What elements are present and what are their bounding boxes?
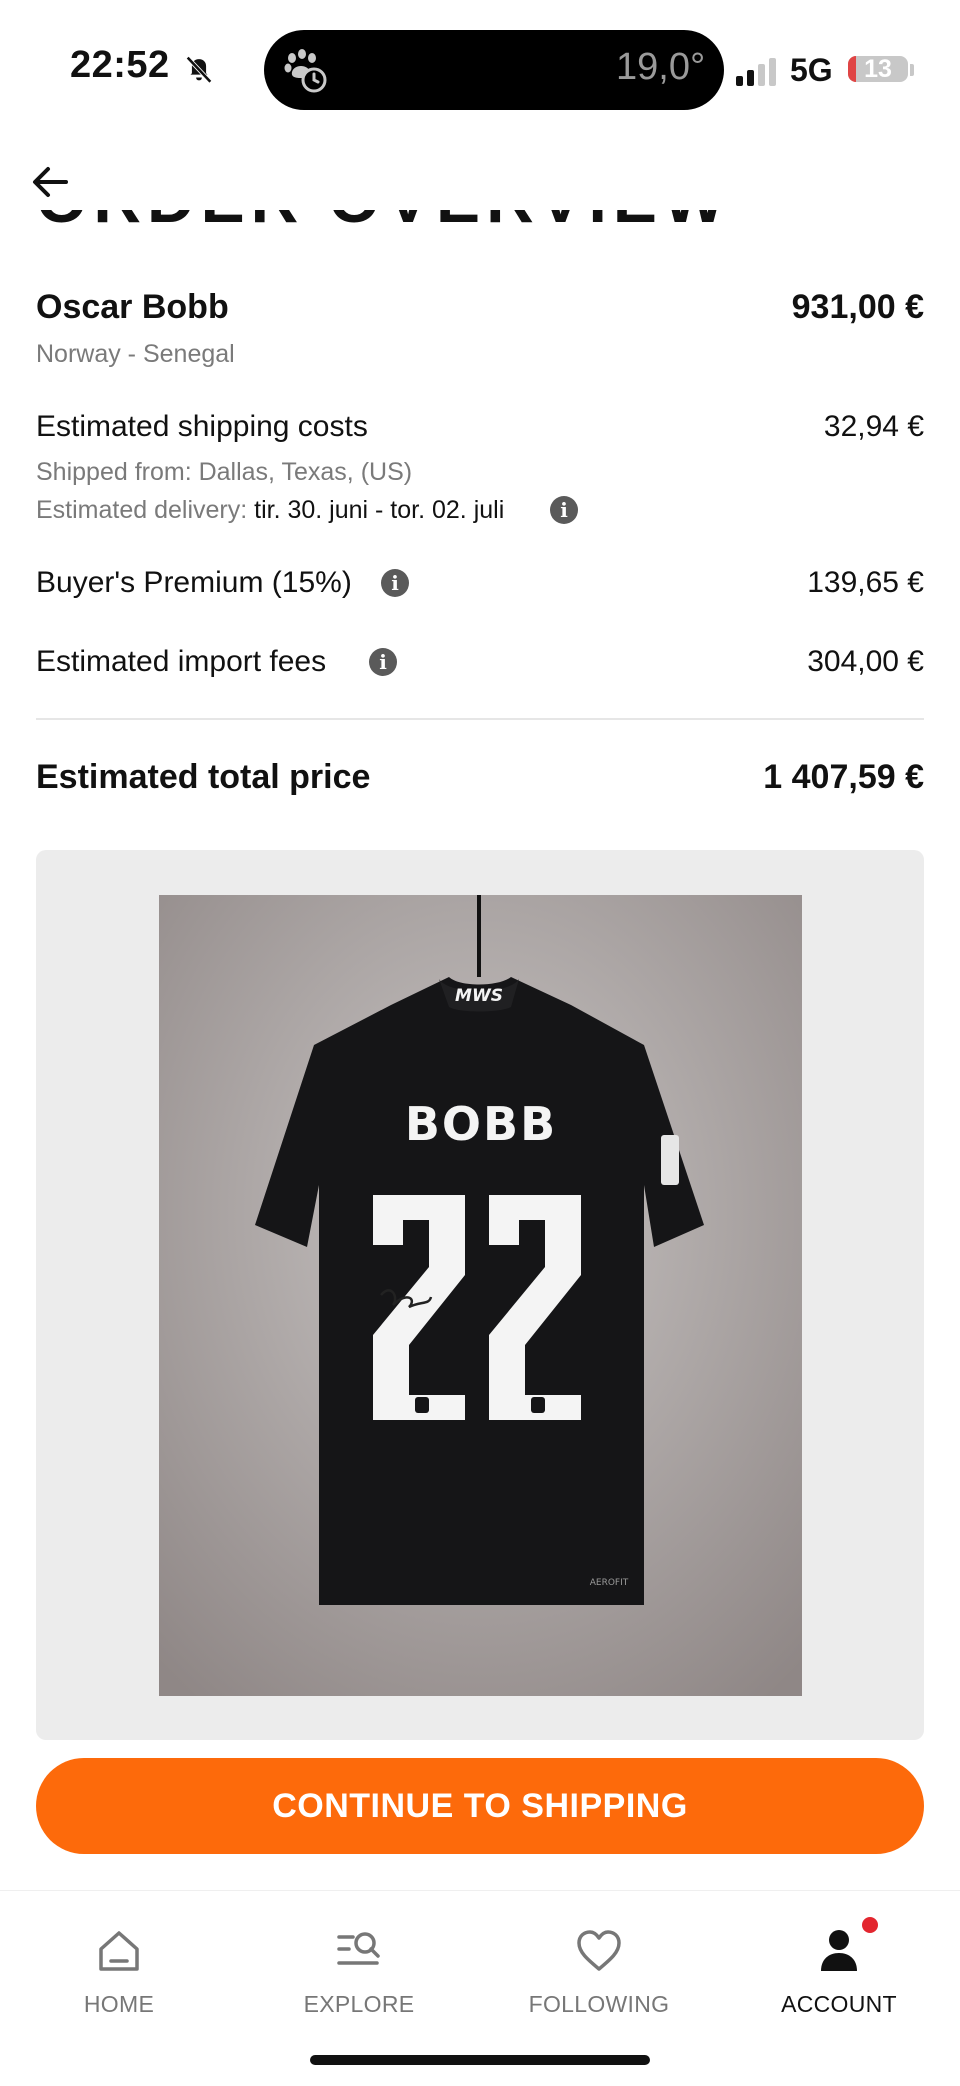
product-photo[interactable]: MWS BOBB AEROFIT	[159, 895, 802, 1696]
item-subtitle: Norway - Senegal	[36, 340, 235, 368]
nav-divider	[0, 1890, 960, 1891]
nav-following-label: FOLLOWING	[528, 1991, 670, 2017]
shipped-from: Shipped from: Dallas, Texas, (US)	[36, 458, 413, 486]
estimated-delivery: Estimated delivery: tir. 30. juni - tor.…	[36, 496, 504, 525]
shirt-tag: AEROFIT	[590, 1578, 629, 1588]
home-icon	[99, 1931, 139, 1971]
item-price: 931,00 €	[791, 288, 924, 326]
bell-muted-icon	[186, 56, 212, 84]
network-type: 5G	[790, 52, 833, 88]
signal-bars-icon	[736, 58, 776, 86]
total-price: 1 407,59 €	[763, 758, 924, 796]
paw-timer-icon	[284, 49, 327, 93]
battery-tip	[910, 64, 914, 76]
notification-dot	[862, 1917, 878, 1933]
status-time: 22:52	[70, 44, 170, 86]
arrow-left-icon[interactable]	[28, 160, 72, 204]
premium-info-icon[interactable]: i	[381, 569, 409, 597]
nav-following[interactable]: FOLLOWING	[499, 1925, 699, 2018]
continue-to-shipping-button[interactable]: CONTINUE TO SHIPPING	[36, 1758, 924, 1854]
import-fees-info-icon[interactable]: i	[369, 648, 397, 676]
item-name: Oscar Bobb	[36, 288, 229, 326]
total-label: Estimated total price	[36, 758, 371, 796]
nav-explore-label: EXPLORE	[303, 1991, 415, 2017]
nav-account-label: ACCOUNT	[781, 1991, 897, 2017]
import-fees-label: Estimated import fees	[36, 645, 327, 678]
heart-icon	[577, 1930, 621, 1971]
delivery-label: Estimated delivery:	[36, 496, 255, 524]
account-icon	[821, 1930, 857, 1971]
import-fees-price: 304,00 €	[807, 645, 924, 678]
premium-price: 139,65 €	[807, 566, 924, 599]
home-indicator[interactable]	[310, 2055, 650, 2065]
nav-home-label: HOME	[83, 1991, 155, 2017]
nav-home[interactable]: HOME	[19, 1925, 219, 2018]
divider	[36, 718, 924, 720]
shipping-label: Estimated shipping costs	[36, 410, 368, 443]
delivery-info-icon[interactable]: i	[550, 496, 578, 524]
hanger-text: MWS	[455, 986, 503, 1006]
temperature-readout: 19,0°	[616, 46, 706, 88]
shipping-price: 32,94 €	[823, 410, 924, 443]
nav-explore[interactable]: EXPLORE	[259, 1925, 459, 2018]
premium-label: Buyer's Premium (15%)	[36, 566, 352, 599]
delivery-dates: tir. 30. juni - tor. 02. juli	[254, 496, 505, 524]
explore-icon	[337, 1932, 380, 1965]
shirt-name: BOBB	[405, 1097, 557, 1151]
page-title: ORDER OVERVIEW	[36, 210, 736, 240]
nav-account[interactable]: ACCOUNT	[739, 1925, 939, 2018]
battery-percent: 13	[864, 55, 892, 83]
